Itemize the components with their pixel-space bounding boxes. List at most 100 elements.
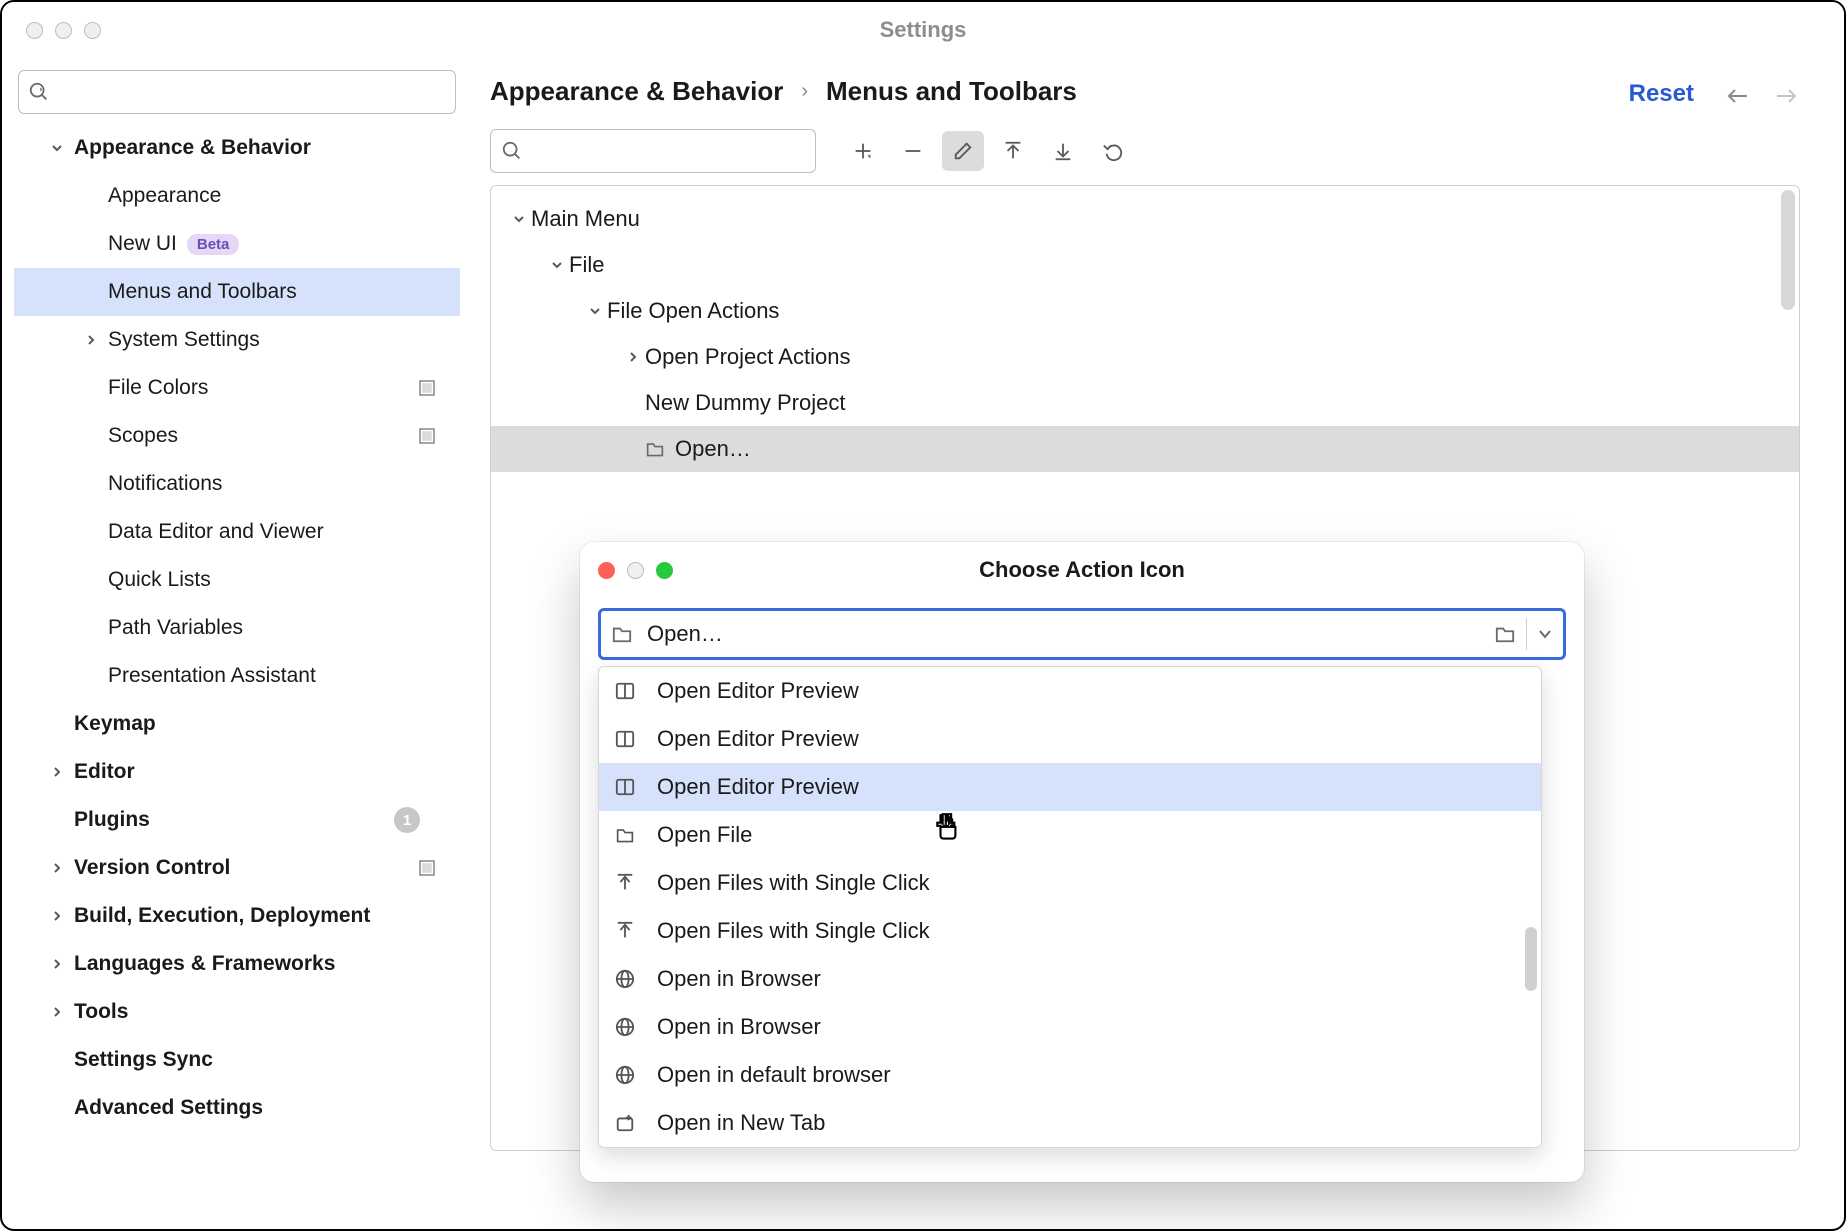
folder-open-icon[interactable]	[1494, 624, 1516, 644]
dropdown-item-open-in-default-browser[interactable]: Open in default browser	[599, 1051, 1541, 1099]
dropdown-item-label: Open in Browser	[657, 966, 821, 992]
tree-search-input[interactable]	[491, 130, 815, 172]
sidebar-item-label: Appearance & Behavior	[68, 136, 311, 160]
tree-item-label: Open Project Actions	[645, 344, 850, 370]
sidebar-item-editor[interactable]: Editor	[14, 748, 460, 796]
sidebar-search-input[interactable]	[18, 70, 456, 114]
sidebar-item-label: Plugins	[68, 808, 150, 832]
sidebar-item-label: Presentation Assistant	[102, 664, 316, 688]
tree-item-main-menu[interactable]: Main Menu	[491, 196, 1799, 242]
edit-button[interactable]	[942, 131, 984, 171]
dropdown-item-label: Open File	[657, 822, 752, 848]
breadcrumb-seg: Menus and Toolbars	[826, 76, 1077, 107]
settings-window: Settings Appearance & BehaviorAppearance…	[0, 0, 1846, 1231]
dropdown-scrollbar[interactable]	[1525, 927, 1537, 991]
minimize-icon[interactable]	[627, 562, 644, 579]
dropdown-item-open-file[interactable]: Open File	[599, 811, 1541, 859]
sidebar-item-file-colors[interactable]: File Colors	[14, 364, 460, 412]
dropdown-item-label: Open Editor Preview	[657, 774, 859, 800]
move-down-button[interactable]	[1042, 131, 1084, 171]
dropdown-item-open-editor-preview[interactable]: Open Editor Preview	[599, 763, 1541, 811]
project-scope-icon	[418, 379, 436, 397]
folder-icon	[613, 826, 637, 844]
sidebar-item-quick-lists[interactable]: Quick Lists	[14, 556, 460, 604]
sidebar-item-label: New UI	[102, 232, 177, 256]
sidebar-item-label: Notifications	[102, 472, 222, 496]
window-titlebar: Settings	[2, 2, 1844, 58]
sidebar-item-path-variables[interactable]: Path Variables	[14, 604, 460, 652]
chevron-down-icon[interactable]	[1537, 626, 1553, 642]
maximize-icon[interactable]	[656, 562, 673, 579]
sidebar-item-advanced-settings[interactable]: Advanced Settings	[14, 1084, 460, 1132]
icon-selector-controls	[1494, 618, 1553, 650]
sidebar-item-tools[interactable]: Tools	[14, 988, 460, 1036]
move-up-button[interactable]	[992, 131, 1034, 171]
forward-icon[interactable]	[1774, 86, 1800, 106]
sidebar-item-label: Menus and Toolbars	[102, 280, 297, 304]
window-controls	[26, 22, 101, 39]
sidebar-item-appearance-behavior[interactable]: Appearance & Behavior	[14, 124, 460, 172]
sidebar-item-plugins[interactable]: Plugins1	[14, 796, 460, 844]
sidebar-item-notifications[interactable]: Notifications	[14, 460, 460, 508]
dropdown-item-open-files-with-single-click[interactable]: Open Files with Single Click	[599, 907, 1541, 955]
globe-icon	[613, 1017, 637, 1037]
add-button[interactable]	[842, 131, 884, 171]
tree-item-label: File Open Actions	[607, 298, 779, 324]
sidebar-item-appearance[interactable]: Appearance	[14, 172, 460, 220]
back-icon[interactable]	[1724, 86, 1750, 106]
tree-item-file[interactable]: File	[491, 242, 1799, 288]
breadcrumb: Appearance & Behavior › Menus and Toolba…	[490, 76, 1800, 107]
sidebar-item-system-settings[interactable]: System Settings	[14, 316, 460, 364]
settings-sidebar: Appearance & Behavior AppearanceNew UIBet…	[2, 58, 472, 1229]
dropdown-item-open-editor-preview[interactable]: Open Editor Preview	[599, 667, 1541, 715]
tree-item-new-dummy-project[interactable]: New Dummy Project	[491, 380, 1799, 426]
chevron-icon	[545, 258, 569, 272]
sidebar-item-version-control[interactable]: Version Control	[14, 844, 460, 892]
tree-scrollbar[interactable]	[1781, 190, 1795, 310]
sidebar-item-keymap[interactable]: Keymap	[14, 700, 460, 748]
minimize-icon[interactable]	[55, 22, 72, 39]
sidebar-item-settings-sync[interactable]: Settings Sync	[14, 1036, 460, 1084]
tree-item-open-[interactable]: Open…	[491, 426, 1799, 472]
sidebar-item-label: Keymap	[68, 712, 156, 736]
chevron-icon	[583, 304, 607, 318]
dropdown-item-open-in-new-tab[interactable]: Open in New Tab	[599, 1099, 1541, 1147]
sidebar-search	[18, 70, 456, 114]
sidebar-item-data-editor-and-viewer[interactable]: Data Editor and Viewer	[14, 508, 460, 556]
close-icon[interactable]	[26, 22, 43, 39]
dropdown-item-label: Open Editor Preview	[657, 678, 859, 704]
revert-button[interactable]	[1092, 131, 1134, 171]
sidebar-item-label: Languages & Frameworks	[68, 952, 335, 976]
dropdown-item-open-files-with-single-click[interactable]: Open Files with Single Click	[599, 859, 1541, 907]
dialog-body: Open… Open Editor PreviewOpen Editor Pre…	[580, 598, 1584, 660]
folder-icon	[645, 440, 665, 458]
sidebar-item-new-ui[interactable]: New UIBeta	[14, 220, 460, 268]
sidebar-item-menus-and-toolbars[interactable]: Menus and Toolbars	[14, 268, 460, 316]
sidebar-item-scopes[interactable]: Scopes	[14, 412, 460, 460]
newtab-icon	[613, 1113, 637, 1133]
dropdown-item-open-in-browser[interactable]: Open in Browser	[599, 1003, 1541, 1051]
chevron-icon	[80, 333, 102, 347]
dialog-input-row: Open… Open Editor PreviewOpen Editor Pre…	[598, 608, 1566, 660]
icon-selector-input[interactable]: Open…	[598, 608, 1566, 660]
split-icon	[613, 729, 637, 749]
maximize-icon[interactable]	[84, 22, 101, 39]
search-icon	[28, 81, 50, 103]
tree-item-open-project-actions[interactable]: Open Project Actions	[491, 334, 1799, 380]
tree-item-file-open-actions[interactable]: File Open Actions	[491, 288, 1799, 334]
globe-icon	[613, 1065, 637, 1085]
close-icon[interactable]	[598, 562, 615, 579]
sidebar-item-presentation-assistant[interactable]: Presentation Assistant	[14, 652, 460, 700]
remove-button[interactable]	[892, 131, 934, 171]
sidebar-item-build-execution-deployment[interactable]: Build, Execution, Deployment	[14, 892, 460, 940]
dropdown-item-open-editor-preview[interactable]: Open Editor Preview	[599, 715, 1541, 763]
sidebar-item-label: Path Variables	[102, 616, 243, 640]
menus-toolbar	[490, 129, 1800, 173]
dropdown-item-label: Open in default browser	[657, 1062, 891, 1088]
tree-item-label: Main Menu	[531, 206, 640, 232]
sidebar-item-languages-frameworks[interactable]: Languages & Frameworks	[14, 940, 460, 988]
reset-button[interactable]: Reset	[1629, 80, 1694, 108]
dropdown-item-label: Open in New Tab	[657, 1110, 825, 1136]
dropdown-item-open-in-browser[interactable]: Open in Browser	[599, 955, 1541, 1003]
sidebar-item-label: Quick Lists	[102, 568, 211, 592]
